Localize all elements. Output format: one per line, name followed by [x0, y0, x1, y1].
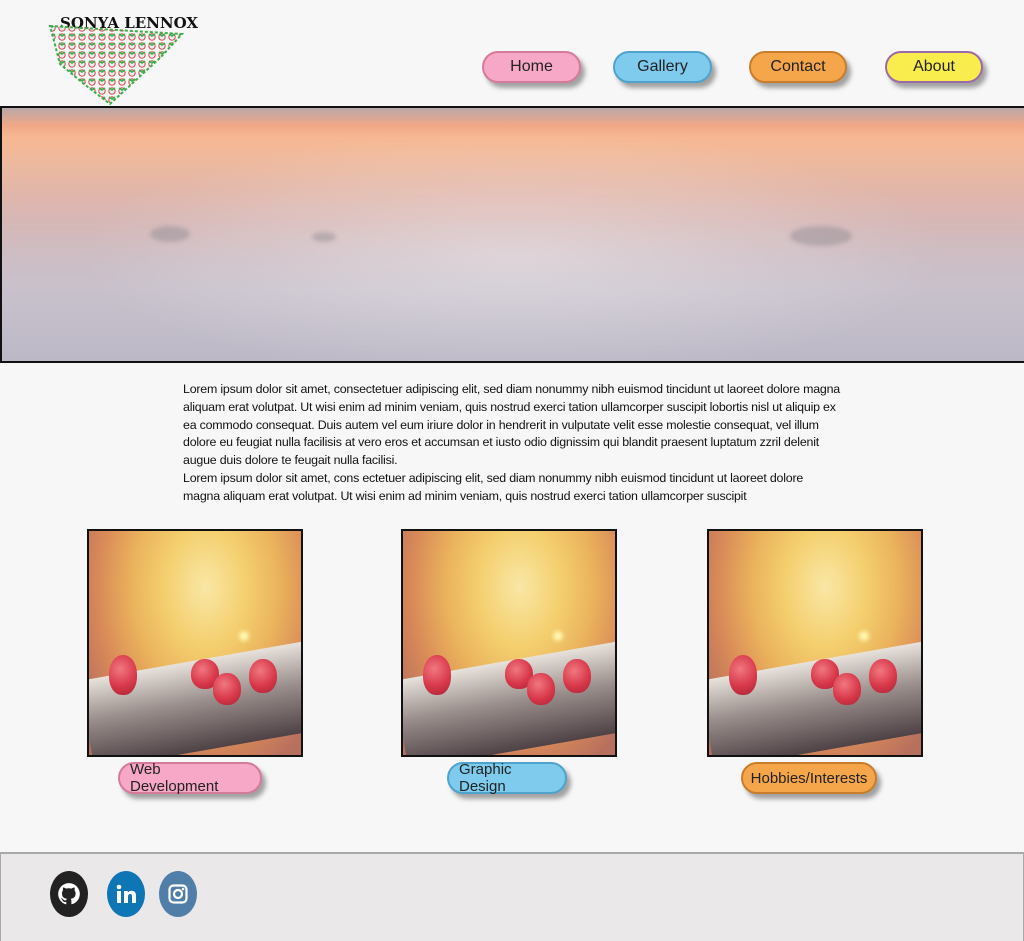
nav-about-button[interactable]: About [885, 51, 983, 83]
linkedin-icon[interactable] [107, 871, 145, 917]
raspberry [109, 655, 137, 695]
instagram-icon[interactable] [159, 871, 197, 917]
web-development-button[interactable]: Web Development [118, 761, 262, 795]
graphic-design-thumbnail[interactable] [401, 529, 617, 757]
raspberry [527, 673, 555, 705]
light-glow [553, 631, 563, 641]
raspberry [869, 659, 897, 693]
hero-tree-silhouette [150, 226, 190, 242]
nav-home-button[interactable]: Home [482, 51, 581, 83]
graphic-design-button[interactable]: Graphic Design [447, 761, 567, 795]
site-logo[interactable]: SONYA LENNOX [48, 8, 198, 108]
github-icon[interactable] [50, 871, 88, 917]
intro-paragraph: Lorem ipsum dolor sit amet, consectetuer… [183, 382, 840, 468]
raspberry [213, 673, 241, 705]
light-glow [239, 631, 249, 641]
raspberry [563, 659, 591, 693]
intro-text: Lorem ipsum dolor sit amet, consectetuer… [183, 381, 843, 506]
hero-tree-silhouette [312, 232, 336, 242]
hero-tree-silhouette [790, 226, 852, 246]
hobbies-interests-thumbnail[interactable] [707, 529, 923, 757]
raspberry [423, 655, 451, 695]
logo-strawberry-heart-icon [48, 24, 185, 106]
footer [0, 852, 1024, 941]
raspberry [729, 655, 757, 695]
raspberry [249, 659, 277, 693]
nav-contact-button[interactable]: Contact [749, 51, 847, 83]
hero-banner-image [0, 106, 1024, 363]
intro-paragraph: Lorem ipsum dolor sit amet, cons ectetue… [183, 470, 804, 503]
nav-gallery-button[interactable]: Gallery [613, 51, 712, 83]
hobbies-interests-button[interactable]: Hobbies/Interests [741, 762, 877, 794]
web-development-thumbnail[interactable] [87, 529, 303, 757]
light-glow [859, 631, 869, 641]
raspberry [833, 673, 861, 705]
